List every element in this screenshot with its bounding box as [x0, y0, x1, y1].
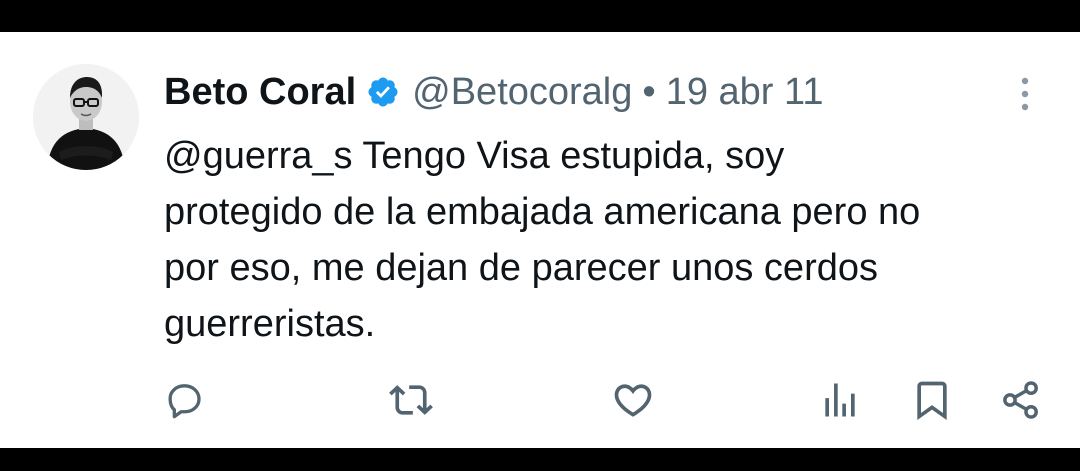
- views-icon: [825, 383, 855, 417]
- retweet-button[interactable]: [389, 378, 433, 422]
- share-button[interactable]: [999, 378, 1043, 422]
- tweet-text: @guerra_s Tengo Visa estupida, soy prote…: [164, 128, 1064, 352]
- views-button[interactable]: [818, 378, 862, 422]
- bookmark-button[interactable]: [910, 378, 954, 422]
- bookmark-icon: [917, 381, 947, 421]
- reply-button[interactable]: [163, 378, 207, 422]
- tweet-actions-bar: [0, 378, 1080, 422]
- tweet-date[interactable]: 19 abr 11: [666, 70, 824, 114]
- avatar[interactable]: [33, 64, 139, 170]
- person-in-glasses-avatar-icon: [33, 64, 139, 170]
- tweet-header: Beto Coral @Betocoralg • 19 abr 11: [164, 70, 823, 114]
- reply-icon: [168, 384, 201, 419]
- author-handle[interactable]: @Betocoralg: [412, 70, 632, 114]
- like-button[interactable]: [611, 378, 655, 422]
- tweet-text-line: guerreristas.: [164, 303, 376, 345]
- tweet-card[interactable]: Beto Coral @Betocoralg • 19 abr 11 @guer…: [0, 32, 1080, 448]
- like-icon: [614, 384, 652, 417]
- header-separator: •: [642, 71, 656, 113]
- tweet-text-line: @guerra_s Tengo Visa estupida, soy: [164, 135, 785, 177]
- tweet-text-line: por eso, me dejan de parecer unos cerdos: [164, 247, 878, 289]
- tweet-text-line: protegido de la embajada americana pero …: [164, 191, 921, 233]
- share-icon: [1003, 381, 1038, 419]
- author-display-name[interactable]: Beto Coral: [164, 70, 356, 114]
- more-options-icon[interactable]: [1014, 74, 1036, 114]
- verified-badge-icon: [368, 77, 398, 107]
- retweet-icon: [389, 385, 433, 415]
